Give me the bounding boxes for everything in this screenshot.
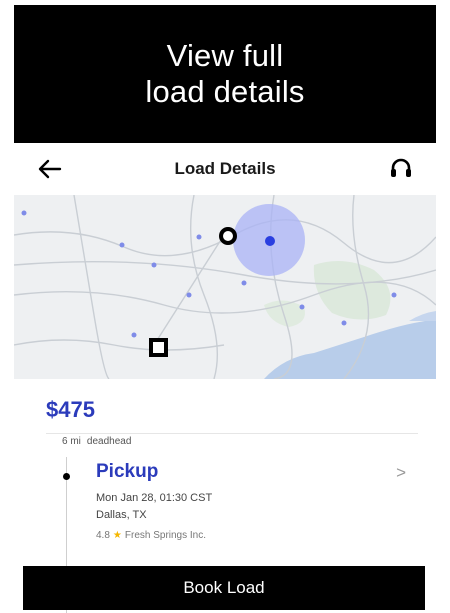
route-map[interactable]	[14, 194, 436, 380]
timeline-dot	[63, 473, 70, 480]
deadhead-label: deadhead	[86, 436, 132, 447]
stop-type: Pickup	[96, 461, 159, 482]
star-icon: ★	[112, 530, 122, 541]
promo-title-line-2: load details	[145, 74, 305, 109]
stop-city: Dallas, TX	[96, 509, 147, 521]
headset-icon	[391, 158, 411, 177]
top-bar: Load Details	[14, 143, 436, 195]
stop-datetime: Mon Jan 28, 01:30 CST	[96, 492, 213, 504]
book-load-button[interactable]: Book Load	[23, 566, 425, 610]
app-screen: Load Details $475 6 mi deadhead Pickup M…	[14, 143, 436, 613]
deadhead-distance: 6 mi	[62, 436, 81, 447]
chevron-right-icon: >	[396, 463, 406, 482]
map-canvas	[14, 194, 436, 380]
shipper-rating: 4.8	[96, 530, 110, 541]
promo-banner: View full load details	[14, 5, 436, 143]
page-title: Load Details	[174, 159, 276, 178]
promo-title-line-1: View full	[166, 38, 284, 73]
support-button[interactable]	[388, 156, 414, 182]
deadhead-info: 6 mi deadhead	[62, 436, 131, 447]
stop-item-pickup[interactable]: Pickup Mon Jan 28, 01:30 CST Dallas, TX …	[76, 455, 416, 555]
divider	[46, 433, 418, 434]
shipper-info: 4.8 ★ Fresh Springs Inc.	[96, 530, 206, 541]
shipper-name: Fresh Springs Inc.	[124, 530, 207, 541]
load-price: $475	[46, 397, 95, 422]
